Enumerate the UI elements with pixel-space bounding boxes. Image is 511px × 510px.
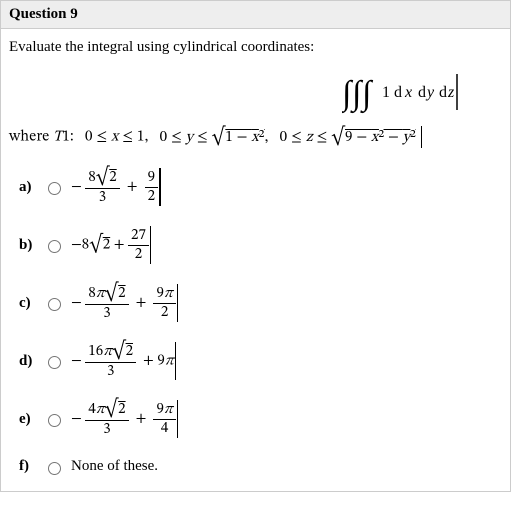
option-radio[interactable]	[48, 414, 61, 427]
bounds-z: 0 ≤ z ≤ √9 − x² − y²	[280, 130, 416, 145]
where-label: where	[9, 130, 53, 145]
option-text: None of these.	[71, 458, 158, 475]
question-header: Question 9	[0, 0, 511, 29]
option-c[interactable]: c) − 8π√23 + 9π2	[19, 284, 502, 322]
region-definition: where T1: 0 ≤ x ≤ 1, 0 ≤ y ≤ √1 − x², 0 …	[9, 126, 502, 148]
question-prompt: Evaluate the integral using cylindrical …	[9, 39, 502, 56]
svg-text:d: d	[418, 84, 426, 101]
option-a[interactable]: a) − 8√23 + 92	[19, 168, 502, 206]
svg-text:z: z	[447, 84, 455, 101]
option-expression: − 8π√23 + 9π2	[71, 285, 176, 321]
bounds-y: 0 ≤ y ≤ √1 − x²,	[160, 130, 276, 145]
option-b[interactable]: b) −8√2 + 272	[19, 226, 502, 264]
cursor-icon	[159, 168, 161, 206]
question-body: Evaluate the integral using cylindrical …	[0, 29, 511, 492]
svg-text:1 d: 1 d	[382, 84, 402, 101]
cursor-icon	[177, 400, 179, 438]
cursor-icon	[421, 126, 423, 148]
option-expression: − 16π√23 + 9π	[71, 343, 174, 379]
option-e[interactable]: e) − 4π√23 + 9π4	[19, 400, 502, 438]
integral-expression: ∫ ∫ ∫ 1 d x d y d z	[9, 70, 502, 114]
svg-text:y: y	[425, 84, 435, 101]
options-list: a) − 8√23 + 92 b) −8√2 + 272 c) − 8π√23	[19, 168, 502, 475]
cursor-icon	[150, 226, 152, 264]
option-expression: − 8√23 + 92	[71, 169, 158, 205]
option-radio[interactable]	[48, 462, 61, 475]
bounds-x: 0 ≤ x ≤ 1,	[85, 130, 156, 145]
svg-text:x: x	[404, 84, 412, 101]
option-label: d)	[19, 353, 43, 370]
option-label: a)	[19, 179, 43, 196]
option-f[interactable]: f) None of these.	[19, 458, 502, 475]
option-label: e)	[19, 411, 43, 428]
option-d[interactable]: d) − 16π√23 + 9π	[19, 342, 502, 380]
option-label: c)	[19, 295, 43, 312]
region-name: T	[53, 130, 62, 145]
svg-text:d: d	[439, 84, 447, 101]
cursor-icon	[175, 342, 177, 380]
option-label: f)	[19, 458, 43, 475]
option-label: b)	[19, 237, 43, 254]
question-number: Question 9	[9, 6, 78, 22]
cursor-icon	[177, 284, 179, 322]
option-radio[interactable]	[48, 182, 61, 195]
option-expression: − 4π√23 + 9π4	[71, 401, 176, 437]
option-radio[interactable]	[48, 356, 61, 369]
option-radio[interactable]	[48, 298, 61, 311]
option-expression: −8√2 + 272	[71, 228, 149, 262]
svg-text:∫: ∫	[360, 75, 374, 114]
option-radio[interactable]	[48, 240, 61, 253]
